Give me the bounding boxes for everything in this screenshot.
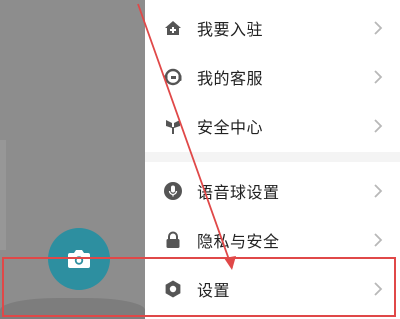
menu-item-label: 安全中心 [197, 118, 264, 137]
menu-item-security-center[interactable]: 安全中心 [145, 101, 400, 151]
customer-service-icon [163, 67, 183, 87]
menu-item-join[interactable]: 我要入驻 [145, 3, 400, 53]
lock-icon [163, 230, 183, 250]
highlight-box-annotation [2, 257, 396, 317]
chevron-right-icon [374, 233, 383, 247]
menu-item-customer-service[interactable]: 我的客服 [145, 52, 400, 102]
menu-item-label: 我的客服 [197, 69, 264, 88]
menu-item-label: 隐私与安全 [197, 232, 280, 251]
chevron-right-icon [374, 184, 383, 198]
chevron-right-icon [374, 21, 383, 35]
overlay-edge [0, 140, 6, 250]
house-plus-icon [163, 18, 183, 38]
chevron-right-icon [374, 70, 383, 84]
menu-item-label: 语音球设置 [197, 183, 280, 202]
section-divider [145, 152, 400, 162]
menu-item-voice-ball-settings[interactable]: 语音球设置 [145, 166, 400, 216]
microphone-icon [163, 181, 183, 201]
menu-item-label: 我要入驻 [197, 20, 264, 39]
chevron-right-icon [374, 119, 383, 133]
shield-tree-icon [163, 116, 183, 136]
